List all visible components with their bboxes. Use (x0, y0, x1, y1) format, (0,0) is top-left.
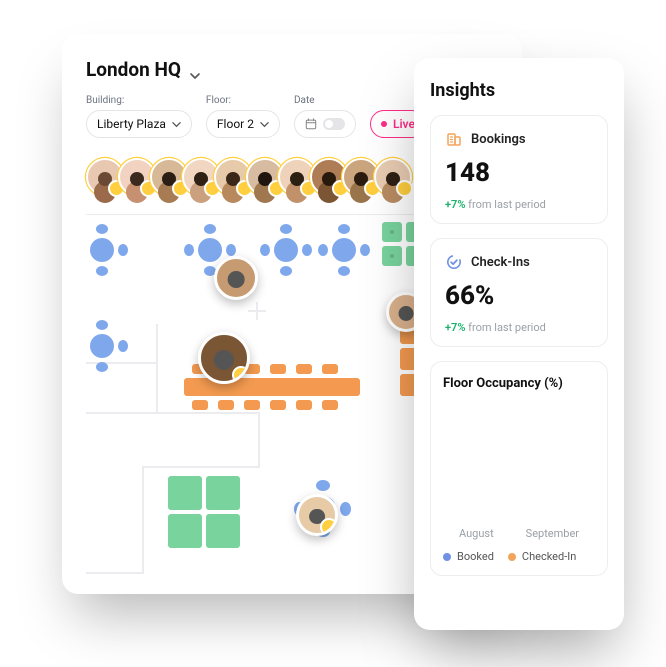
date-label: Date (294, 95, 356, 106)
desk-cluster[interactable] (86, 320, 128, 372)
building-icon (445, 130, 463, 148)
chevron-down-icon (172, 120, 181, 129)
building-field: Building: Liberty Plaza (86, 95, 192, 138)
chevron-down-icon (189, 64, 201, 76)
bookings-label: Bookings (471, 132, 526, 147)
building-label: Building: (86, 95, 192, 106)
desk-cluster[interactable] (168, 476, 242, 550)
bookings-value: 148 (445, 158, 593, 188)
checkins-label: Check-Ins (471, 255, 530, 270)
person-marker[interactable] (198, 332, 250, 384)
date-selector[interactable] (294, 110, 356, 138)
insights-title: Insights (430, 80, 608, 101)
bookings-card[interactable]: Bookings 148 +7% from last period (430, 115, 608, 224)
check-circle-icon (445, 253, 463, 271)
floor-label: Floor: (206, 95, 280, 106)
building-selector[interactable]: Liberty Plaza (86, 110, 192, 138)
checkins-delta: +7% from last period (445, 321, 593, 334)
calendar-icon (305, 118, 317, 130)
insights-panel: Insights Bookings 148 +7% from last peri… (414, 58, 624, 630)
occupancy-x-labels: August September (443, 527, 595, 540)
location-title: London HQ (86, 58, 181, 81)
date-field: Date (294, 95, 356, 138)
occupancy-legend: Booked Checked-In (443, 550, 595, 563)
live-label: Live (393, 117, 415, 131)
checkins-value: 66% (445, 281, 593, 311)
swatch-icon (508, 553, 516, 561)
occupancy-chart (443, 401, 595, 519)
person-marker[interactable] (296, 494, 338, 536)
occupancy-title: Floor Occupancy (%) (443, 376, 595, 391)
legend-checked: Checked-In (508, 550, 576, 563)
floor-value: Floor 2 (217, 117, 254, 131)
bookings-delta: +7% from last period (445, 198, 593, 211)
live-dot-icon (381, 121, 387, 127)
desk-cluster[interactable] (86, 224, 128, 276)
person-avatar[interactable] (374, 158, 412, 196)
occupancy-card[interactable]: Floor Occupancy (%) August September Boo… (430, 361, 608, 576)
floor-selector[interactable]: Floor 2 (206, 110, 280, 138)
floor-field: Floor: Floor 2 (206, 95, 280, 138)
chevron-down-icon (260, 120, 269, 129)
building-value: Liberty Plaza (97, 117, 166, 131)
desk-cluster[interactable] (260, 224, 312, 276)
legend-booked: Booked (443, 550, 494, 563)
date-toggle[interactable] (323, 118, 345, 130)
checkins-card[interactable]: Check-Ins 66% +7% from last period (430, 238, 608, 347)
month-label: September (526, 527, 579, 540)
person-marker[interactable] (214, 256, 258, 300)
swatch-icon (443, 553, 451, 561)
month-label: August (459, 527, 494, 540)
desk-cluster[interactable] (318, 224, 370, 276)
